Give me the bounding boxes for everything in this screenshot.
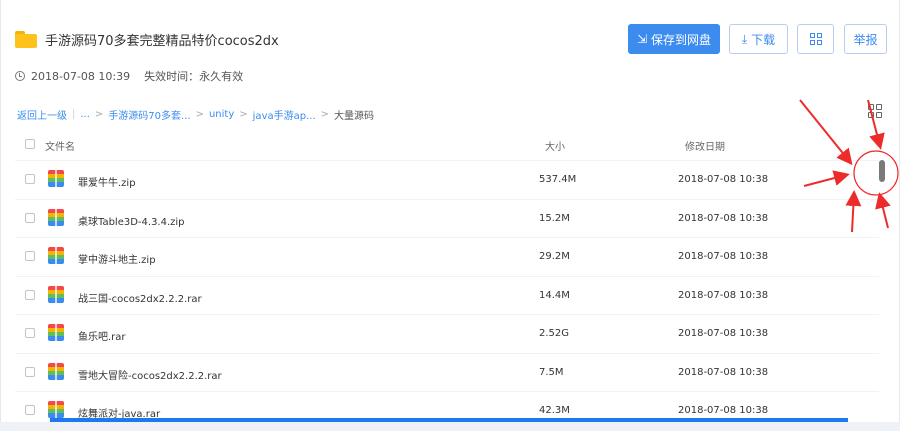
archive-file-icon [48,324,64,341]
file-date: 2018-07-08 10:38 [678,251,769,262]
report-button[interactable]: 举报 [844,24,887,54]
column-size-header[interactable]: 大小 [545,138,565,153]
expiry-time: 失效时间：永久有效 [144,70,244,83]
breadcrumb-separator: > [320,109,330,120]
save-button-label: 保存到网盘 [651,32,712,47]
breadcrumb-separator: > [239,109,248,120]
row-checkbox[interactable] [25,251,35,261]
file-name[interactable]: 罪爱牛牛.zip [78,174,136,189]
archive-file-icon [48,208,64,226]
download-button-label: 下载 [751,32,776,47]
table-header: 文件名 大小 修改日期 [15,130,879,158]
archive-file-icon [48,401,64,418]
report-button-label: 举报 [853,32,878,47]
folder-icon [15,31,37,48]
share-panel: 手游源码70多套完整精品特价cocos2dx 2018-07-08 10:39 … [0,0,900,431]
save-icon: ⇲ [636,32,648,46]
file-list: 罪爱牛牛.zip 537.4M 2018-07-08 10:38 桌球Table… [15,160,879,431]
file-size: 42.3M [539,405,570,416]
file-name[interactable]: 雪地大冒险-cocos2dx2.2.2.rar [78,367,222,382]
breadcrumb-divider: | [72,109,76,120]
breadcrumb-back[interactable]: 返回上一级 [17,107,67,122]
row-checkbox[interactable] [25,405,35,415]
save-to-netdisk-button[interactable]: ⇲ 保存到网盘 [628,24,720,54]
file-date: 2018-07-08 10:38 [678,289,769,301]
download-button[interactable]: ⤓ 下载 [729,24,788,54]
row-checkbox[interactable] [25,212,35,223]
select-all-checkbox[interactable] [25,139,35,149]
column-name-header[interactable]: 文件名 [45,138,75,153]
file-name[interactable]: 桌球Table3D-4.3.4.zip [78,213,185,228]
breadcrumb-item[interactable]: unity [209,109,234,120]
clock-icon [15,71,25,81]
file-size: 7.5M [539,366,564,378]
table-row[interactable]: 战三国-cocos2dx2.2.2.rar 14.4M 2018-07-08 1… [15,277,879,315]
breadcrumb-item[interactable]: java手游ap... [253,107,316,122]
file-size: 29.2M [539,251,570,262]
file-date: 2018-07-08 10:38 [678,212,769,224]
row-checkbox[interactable] [25,289,35,300]
file-date: 2018-07-08 10:38 [678,405,769,416]
qr-code-icon [809,33,822,45]
row-checkbox[interactable] [25,328,35,338]
table-row[interactable]: 罪爱牛牛.zip 537.4M 2018-07-08 10:38 [15,160,879,200]
file-size: 537.4M [539,174,577,185]
download-icon: ⤓ [741,32,748,46]
file-name[interactable]: 战三国-cocos2dx2.2.2.rar [78,290,202,305]
row-checkbox[interactable] [25,366,35,377]
table-row[interactable]: 炫舞派对-java.rar 42.3M 2018-07-08 10:38 [15,392,879,431]
share-title: 手游源码70多套完整精品特价cocos2dx [45,34,279,49]
scrollbar-thumb[interactable] [879,160,885,182]
created-time: 2018-07-08 10:39 [31,69,131,83]
breadcrumb-ellipsis[interactable]: ... [80,109,90,120]
table-row[interactable]: 桌球Table3D-4.3.4.zip 15.2M 2018-07-08 10:… [15,200,879,238]
file-date: 2018-07-08 10:38 [678,366,769,378]
qr-code-button[interactable] [797,24,834,54]
file-date: 2018-07-08 10:38 [678,174,769,185]
row-checkbox[interactable] [25,174,35,184]
table-row[interactable]: 掌中游斗地主.zip 29.2M 2018-07-08 10:38 [15,238,879,277]
file-date: 2018-07-08 10:38 [678,328,769,339]
share-header: 手游源码70多套完整精品特价cocos2dx [15,30,279,49]
bottom-progress-bar [50,418,848,422]
breadcrumb-current: 大量源码 [334,111,375,122]
archive-file-icon [48,247,64,264]
archive-file-icon [48,285,64,303]
grid-view-icon[interactable] [868,104,882,118]
breadcrumb: 返回上一级 | ... > 手游源码70多套... > unity > java… [17,107,374,122]
table-row[interactable]: 雪地大冒险-cocos2dx2.2.2.rar 7.5M 2018-07-08 … [15,354,879,392]
breadcrumb-separator: > [195,109,204,120]
breadcrumb-item[interactable]: 手游源码70多套... [108,107,190,122]
archive-file-icon [48,170,64,187]
archive-file-icon [48,362,64,380]
file-size: 15.2M [539,212,570,224]
share-meta: 2018-07-08 10:39 失效时间：永久有效 [15,68,243,84]
column-date-header[interactable]: 修改日期 [685,138,725,153]
file-size: 14.4M [539,289,570,301]
file-size: 2.52G [539,328,570,339]
breadcrumb-separator: > [94,109,104,120]
file-name[interactable]: 鱼乐吧.rar [78,328,126,343]
table-row[interactable]: 鱼乐吧.rar 2.52G 2018-07-08 10:38 [15,315,879,354]
file-name[interactable]: 掌中游斗地主.zip [78,251,156,266]
